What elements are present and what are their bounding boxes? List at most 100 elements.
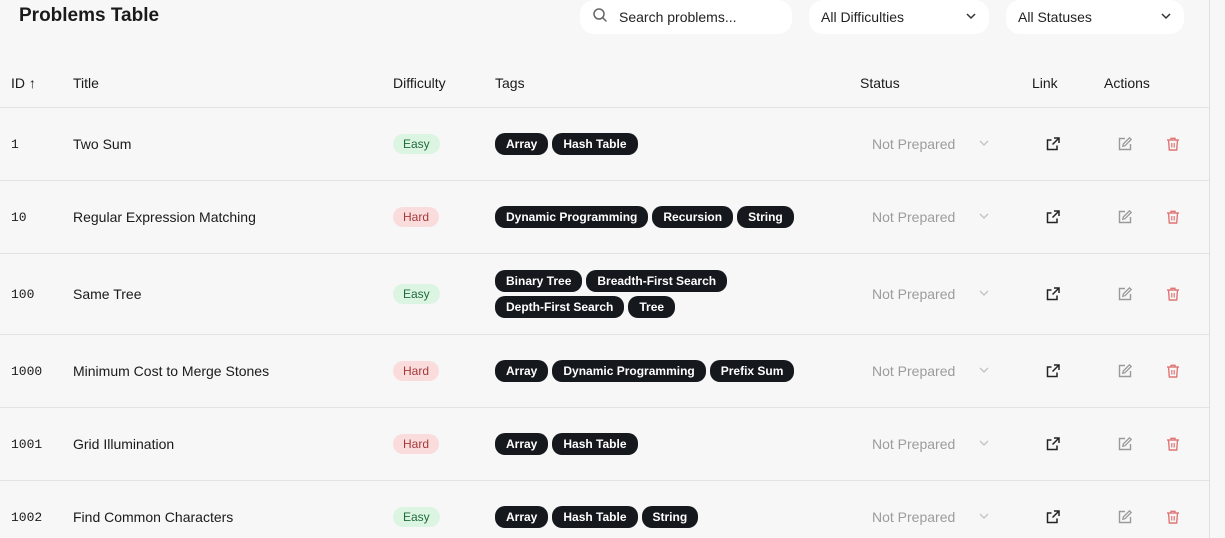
external-link-icon[interactable] xyxy=(1045,136,1061,152)
status-select[interactable]: Not Prepared xyxy=(872,108,990,180)
chevron-down-icon xyxy=(978,286,990,302)
table-row: 1 Two Sum Easy Array Hash Table Not Prepared xyxy=(0,108,1210,181)
problem-id: 1001 xyxy=(11,436,43,452)
status-select[interactable]: Not Prepared xyxy=(872,335,990,407)
chevron-down-icon xyxy=(978,363,990,379)
tag-chip: Hash Table xyxy=(552,506,638,528)
problems-table: ID ↑ Title Difficulty Tags Status Link A… xyxy=(0,58,1210,538)
chevron-down-icon xyxy=(965,9,977,25)
status-filter-value: All Statuses xyxy=(1018,9,1092,25)
tags-cell: Binary Tree Breadth-First Search Depth-Fir… xyxy=(495,254,825,334)
delete-cell xyxy=(1165,481,1181,538)
status-select[interactable]: Not Prepared xyxy=(872,181,990,253)
tag-chip: Depth-First Search xyxy=(495,296,625,318)
status-select[interactable]: Not Prepared xyxy=(872,408,990,480)
status-filter[interactable]: All Statuses xyxy=(1006,0,1184,34)
difficulty-badge: Easy xyxy=(393,134,440,154)
tags-cell: Dynamic Programming Recursion String xyxy=(495,181,825,253)
external-link-icon[interactable] xyxy=(1045,286,1061,302)
tags-cell: Array Hash Table xyxy=(495,408,825,480)
status-select[interactable]: Not Prepared xyxy=(872,481,990,538)
tag-chip: Breadth-First Search xyxy=(586,270,728,292)
status-value: Not Prepared xyxy=(872,436,956,452)
difficulty-cell: Easy xyxy=(393,108,440,180)
scrollbar-edge xyxy=(1209,0,1210,538)
search-box[interactable] xyxy=(580,0,792,34)
tag-chip: Array xyxy=(495,360,549,382)
difficulty-cell: Easy xyxy=(393,481,440,538)
edit-cell xyxy=(1117,108,1133,180)
link-cell xyxy=(1045,181,1061,253)
status-value: Not Prepared xyxy=(872,136,956,152)
chevron-down-icon xyxy=(978,509,990,525)
edit-icon[interactable] xyxy=(1117,509,1133,525)
tag-chip: Hash Table xyxy=(552,433,638,455)
status-value: Not Prepared xyxy=(872,509,956,525)
difficulty-filter-value: All Difficulties xyxy=(821,9,904,25)
tag-chip: Prefix Sum xyxy=(709,360,795,382)
tag-chip: Array xyxy=(495,133,549,155)
status-value: Not Prepared xyxy=(872,286,956,302)
page-title: Problems Table xyxy=(19,5,160,26)
trash-icon[interactable] xyxy=(1165,286,1181,302)
link-cell xyxy=(1045,335,1061,407)
problem-id: 1002 xyxy=(11,509,43,525)
table-body: 1 Two Sum Easy Array Hash Table Not Prepared 1… xyxy=(0,108,1210,538)
external-link-icon[interactable] xyxy=(1045,363,1061,379)
trash-icon[interactable] xyxy=(1165,363,1181,379)
external-link-icon[interactable] xyxy=(1045,509,1061,525)
delete-cell xyxy=(1165,408,1181,480)
edit-icon[interactable] xyxy=(1117,436,1133,452)
tags-list: Dynamic Programming Recursion String xyxy=(495,206,794,228)
chevron-down-icon xyxy=(978,136,990,152)
trash-icon[interactable] xyxy=(1165,136,1181,152)
problem-title: Grid Illumination xyxy=(73,436,175,452)
status-value: Not Prepared xyxy=(872,209,956,225)
column-status: Status xyxy=(860,75,900,91)
chevron-down-icon xyxy=(978,436,990,452)
table-row: 1002 Find Common Characters Easy Array Hash … xyxy=(0,481,1210,538)
edit-icon[interactable] xyxy=(1117,286,1133,302)
delete-cell xyxy=(1165,254,1181,334)
status-value: Not Prepared xyxy=(872,363,956,379)
problem-title: Two Sum xyxy=(73,136,132,152)
external-link-icon[interactable] xyxy=(1045,436,1061,452)
difficulty-cell: Hard xyxy=(393,408,440,480)
external-link-icon[interactable] xyxy=(1045,209,1061,225)
search-input[interactable] xyxy=(619,9,789,25)
edit-icon[interactable] xyxy=(1117,136,1133,152)
edit-cell xyxy=(1117,335,1133,407)
difficulty-badge: Hard xyxy=(393,434,440,454)
tag-chip: Binary Tree xyxy=(495,270,583,292)
link-cell xyxy=(1045,254,1061,334)
edit-cell xyxy=(1117,481,1133,538)
tags-list: Array Hash Table xyxy=(495,433,638,455)
column-id[interactable]: ID ↑ xyxy=(11,75,36,91)
trash-icon[interactable] xyxy=(1165,509,1181,525)
difficulty-filter[interactable]: All Difficulties xyxy=(809,0,989,34)
problem-title: Find Common Characters xyxy=(73,509,234,525)
trash-icon[interactable] xyxy=(1165,436,1181,452)
column-title: Title xyxy=(73,75,99,91)
tag-chip: String xyxy=(641,506,699,528)
chevron-down-icon xyxy=(1160,9,1172,25)
chevron-down-icon xyxy=(978,209,990,225)
link-cell xyxy=(1045,408,1061,480)
column-tags: Tags xyxy=(495,75,525,91)
table-header: ID ↑ Title Difficulty Tags Status Link A… xyxy=(0,58,1210,108)
tag-chip: String xyxy=(737,206,794,228)
difficulty-cell: Easy xyxy=(393,254,440,334)
problem-title: Regular Expression Matching xyxy=(73,209,256,225)
edit-icon[interactable] xyxy=(1117,363,1133,379)
difficulty-cell: Hard xyxy=(393,181,440,253)
edit-icon[interactable] xyxy=(1117,209,1133,225)
tags-cell: Array Hash Table String xyxy=(495,481,825,538)
link-cell xyxy=(1045,108,1061,180)
trash-icon[interactable] xyxy=(1165,209,1181,225)
tag-chip: Array xyxy=(495,433,549,455)
toolbar: Problems Table All Difficulties All Stat… xyxy=(0,0,1210,36)
table-row: 100 Same Tree Easy Binary Tree Breadth-First… xyxy=(0,254,1210,335)
difficulty-badge: Hard xyxy=(393,207,440,227)
status-select[interactable]: Not Prepared xyxy=(872,254,990,334)
link-cell xyxy=(1045,481,1061,538)
